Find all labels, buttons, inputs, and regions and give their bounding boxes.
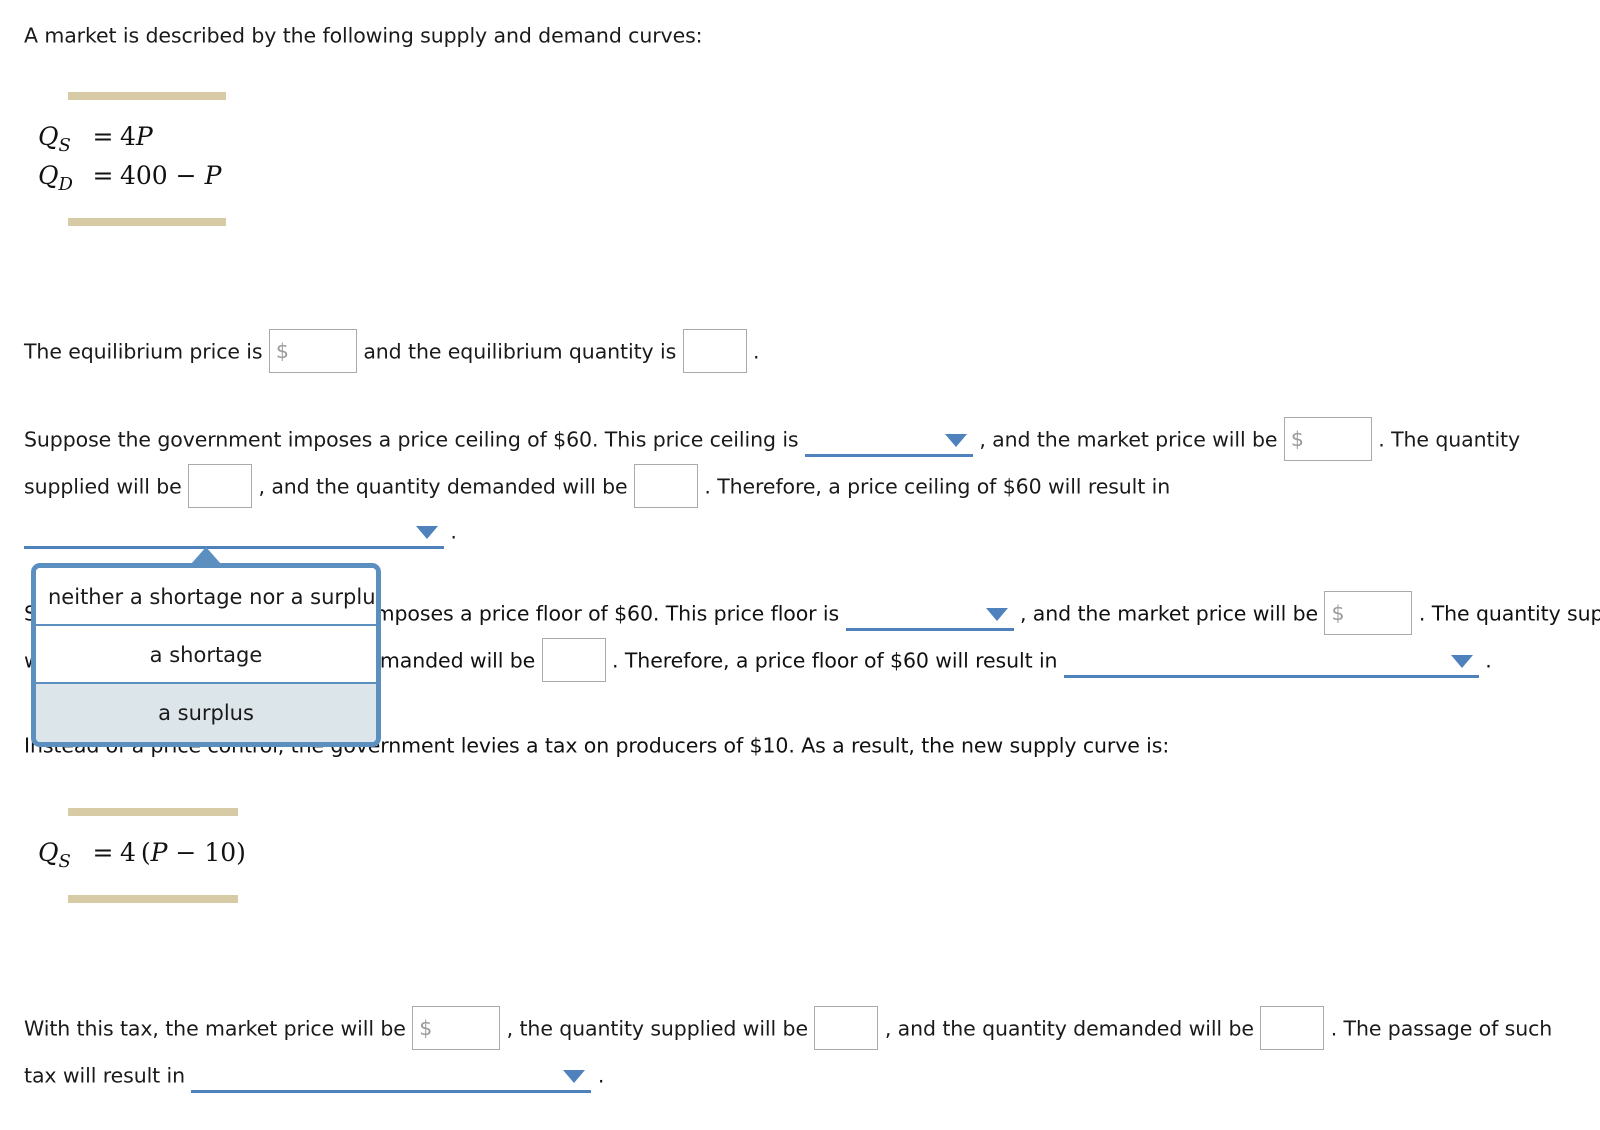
supply-taxed-equals: = [92, 838, 114, 867]
supply-lhs: QS [38, 122, 71, 156]
tax-qs-input[interactable] [814, 1006, 879, 1050]
floor-qd-input[interactable] [541, 638, 606, 682]
floor-result-dropdown[interactable] [1063, 648, 1479, 678]
equilibrium-mid-label: and the equilibrium quantity is [363, 339, 677, 364]
tax-line2a-label: tax will result in [24, 1063, 186, 1088]
intro-label: A market is described by the following s… [24, 23, 703, 48]
ceiling-qd-input[interactable] [633, 464, 698, 508]
tax-result-line-2: tax will result in . [24, 1052, 604, 1100]
ceiling-line-3: . [24, 508, 457, 556]
supply-taxed-lhs: QS [38, 838, 71, 872]
equilibrium-lead-label: The equilibrium price is [24, 339, 263, 364]
dollar-sign-icon: $ [275, 338, 289, 363]
ceiling-line1c-label: . The quantity [1378, 427, 1521, 452]
intro-text: A market is described by the following s… [24, 12, 703, 60]
tax-line1d-label: . The passage of such [1330, 1016, 1553, 1041]
ceiling-line3-tail-label: . [450, 519, 457, 544]
equation-rule-top [68, 808, 238, 816]
demand-equals: = [92, 161, 114, 190]
tax-result-dropdown[interactable] [191, 1063, 592, 1093]
ceiling-line1b-label: , and the market price will be [979, 427, 1278, 452]
ceiling-line-1: Suppose the government imposes a price c… [24, 416, 1520, 464]
equation-block-taxed: QS = 4 (P − 10) [24, 808, 246, 903]
tax-line1a-label: With this tax, the market price will be [24, 1016, 406, 1041]
equation-block-initial: QS = 4P QD = 400 − P [24, 92, 226, 226]
ceiling-line1a-label: Suppose the government imposes a price c… [24, 427, 799, 452]
equilibrium-quantity-input[interactable] [682, 329, 747, 373]
equilibrium-sentence: The equilibrium price is $ and the equil… [24, 328, 760, 376]
equation-body: QS = 4P QD = 400 − P [24, 100, 226, 218]
tax-qd-input[interactable] [1260, 1006, 1325, 1050]
equation-rule-bottom [68, 218, 226, 226]
exercise-page: A market is described by the following s… [0, 0, 1600, 1130]
floor-line1c-label: . The quantity supplied [1418, 601, 1600, 626]
demand-lhs: QD [38, 161, 73, 195]
ceiling-line2c-label: . Therefore, a price ceiling of $60 will… [704, 474, 1171, 499]
ceiling-line2b-label: , and the quantity demanded will be [258, 474, 628, 499]
ceiling-type-dropdown[interactable] [804, 427, 973, 457]
demand-rhs: 400 − P [120, 161, 222, 190]
equilibrium-price-input[interactable]: $ [268, 329, 357, 373]
dollar-sign-icon: $ [419, 1015, 433, 1040]
equation-rule-bottom [68, 895, 238, 903]
tax-line1b-label: , the quantity supplied will be [506, 1016, 808, 1041]
ceiling-price-input[interactable]: $ [1283, 417, 1372, 461]
dropdown-option-shortage[interactable]: a shortage [36, 626, 376, 684]
chevron-down-icon [1450, 655, 1473, 668]
supply-rhs: 4P [120, 122, 153, 151]
tax-result-line-1: With this tax, the market price will be … [24, 1005, 1552, 1053]
equation-row-supply-taxed: QS = 4 (P − 10) [24, 838, 246, 877]
floor-type-dropdown[interactable] [845, 601, 1014, 631]
ceiling-result-dropdown[interactable] [24, 519, 444, 549]
chevron-down-icon [985, 608, 1008, 621]
chevron-down-icon [944, 434, 967, 447]
dropdown-option-neither[interactable]: neither a shortage nor a surplus [36, 568, 376, 626]
dollar-sign-icon: $ [1290, 426, 1304, 451]
equation-row-demand: QD = 400 − P [24, 161, 226, 200]
equation-body: QS = 4 (P − 10) [24, 816, 246, 895]
equation-row-supply: QS = 4P [24, 122, 226, 161]
ceiling-result-dropdown-menu[interactable]: neither a shortage nor a surplus a short… [31, 563, 381, 747]
ceiling-qs-input[interactable] [188, 464, 253, 508]
chevron-down-icon [416, 526, 438, 539]
tax-price-input[interactable]: $ [412, 1006, 501, 1050]
floor-line1b-label: , and the market price will be [1019, 601, 1319, 626]
floor-line2-tail-label: . [1485, 648, 1492, 673]
equilibrium-tail-label: . [753, 339, 760, 364]
supply-taxed-rhs: 4 (P − 10) [120, 838, 246, 867]
floor-price-input[interactable]: $ [1324, 591, 1413, 635]
dropdown-option-surplus[interactable]: a surplus [36, 684, 376, 742]
supply-equals: = [92, 122, 114, 151]
ceiling-line-2: supplied will be , and the quantity dema… [24, 463, 1170, 511]
equation-rule-top [68, 92, 226, 100]
tax-line1c-label: , and the quantity demanded will be [884, 1016, 1254, 1041]
tax-line2-tail-label: . [597, 1063, 605, 1088]
ceiling-line2a-label: supplied will be [24, 474, 182, 499]
dropdown-pointer-icon [191, 547, 221, 564]
floor-line2c-label: . Therefore, a price floor of $60 will r… [612, 648, 1058, 673]
chevron-down-icon [563, 1070, 586, 1083]
dollar-sign-icon: $ [1331, 600, 1345, 625]
